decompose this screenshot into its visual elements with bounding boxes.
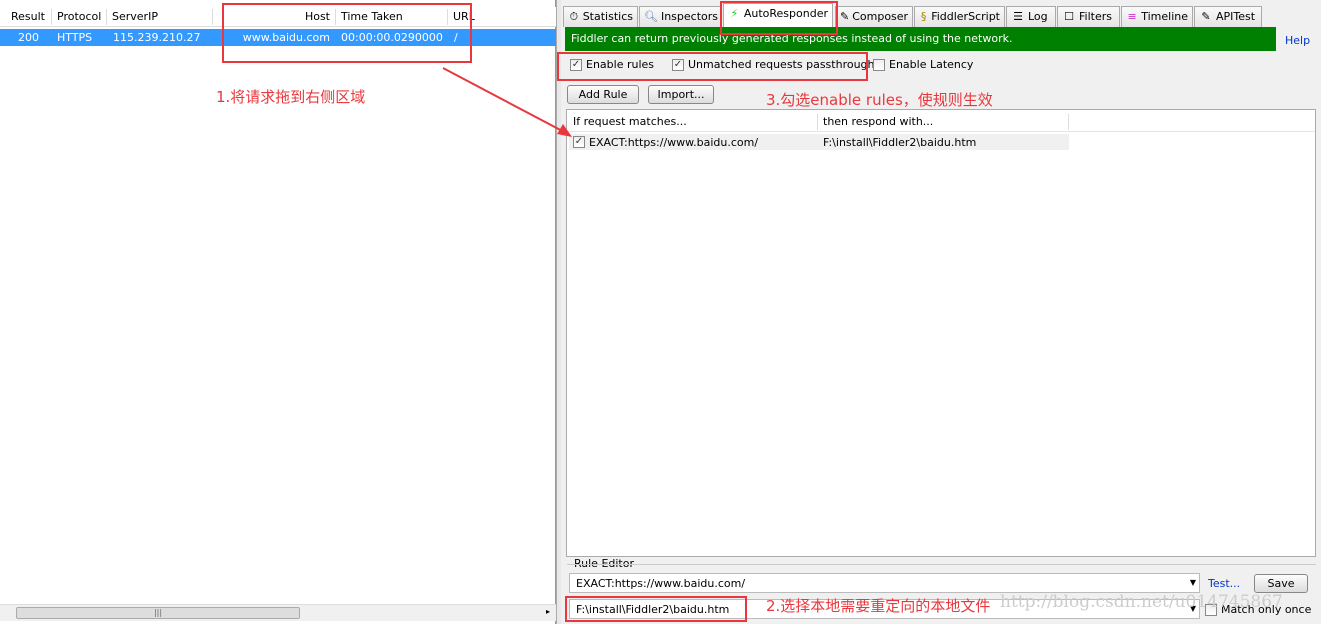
annotation-arrow (442, 67, 572, 137)
